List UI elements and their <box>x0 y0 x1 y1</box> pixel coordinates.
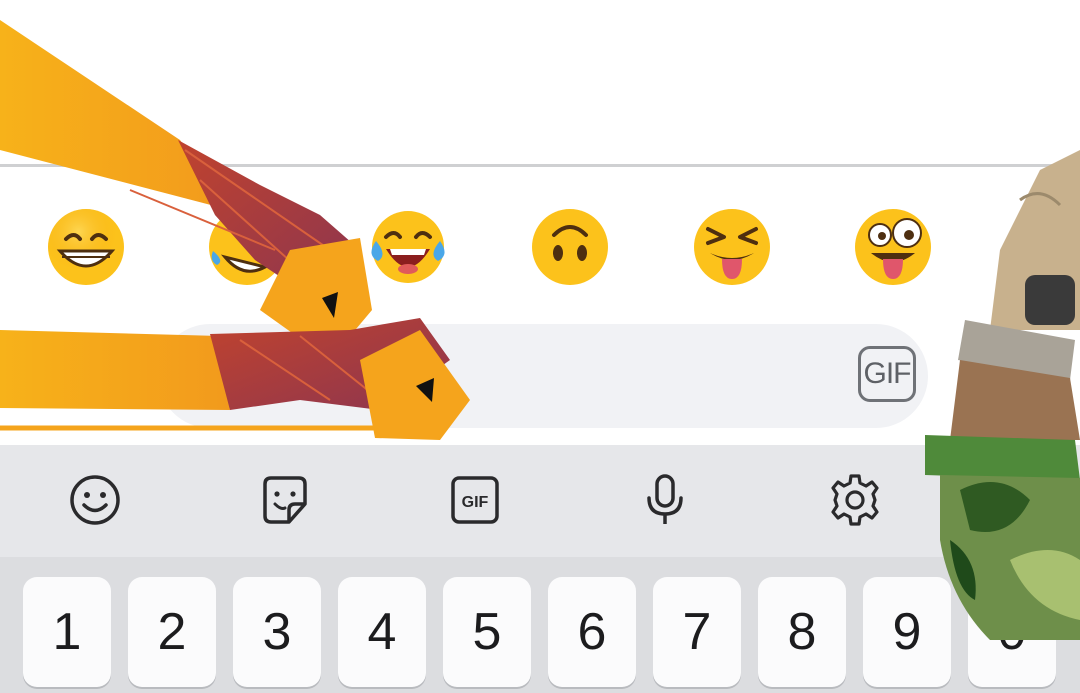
key-2[interactable]: 2 <box>128 577 216 687</box>
key-9[interactable]: 9 <box>863 577 951 687</box>
key-0[interactable]: 0 <box>968 577 1056 687</box>
emoji-upside-down-face[interactable] <box>530 207 610 287</box>
smiley-icon[interactable] <box>65 470 125 530</box>
emoji-rolling-laughing[interactable] <box>207 207 287 287</box>
emoji-squinting-tongue[interactable] <box>692 207 772 287</box>
svg-text:GIF: GIF <box>462 494 489 511</box>
emoji-grinning-face[interactable] <box>46 207 126 287</box>
key-6[interactable]: 6 <box>548 577 636 687</box>
key-1[interactable]: 1 <box>23 577 111 687</box>
sticker-icon[interactable] <box>255 470 315 530</box>
emoji-zany-face[interactable] <box>853 207 933 287</box>
gif-icon[interactable]: GIF <box>445 470 505 530</box>
number-row: 1 2 3 4 5 6 7 8 9 0 <box>0 557 1080 693</box>
microphone-icon[interactable] <box>635 470 695 530</box>
emoji-suggestion-row <box>0 167 1080 324</box>
gear-icon[interactable] <box>825 470 885 530</box>
key-8[interactable]: 8 <box>758 577 846 687</box>
key-4[interactable]: 4 <box>338 577 426 687</box>
conversation-area <box>0 0 1080 165</box>
message-composer[interactable]: GIF <box>158 324 928 428</box>
key-5[interactable]: 5 <box>443 577 531 687</box>
key-3[interactable]: 3 <box>233 577 321 687</box>
emoji-tears-of-joy[interactable] <box>368 207 448 287</box>
key-7[interactable]: 7 <box>653 577 741 687</box>
gif-button[interactable]: GIF <box>858 346 916 402</box>
keyboard-toolbar: GIF <box>0 445 1080 557</box>
